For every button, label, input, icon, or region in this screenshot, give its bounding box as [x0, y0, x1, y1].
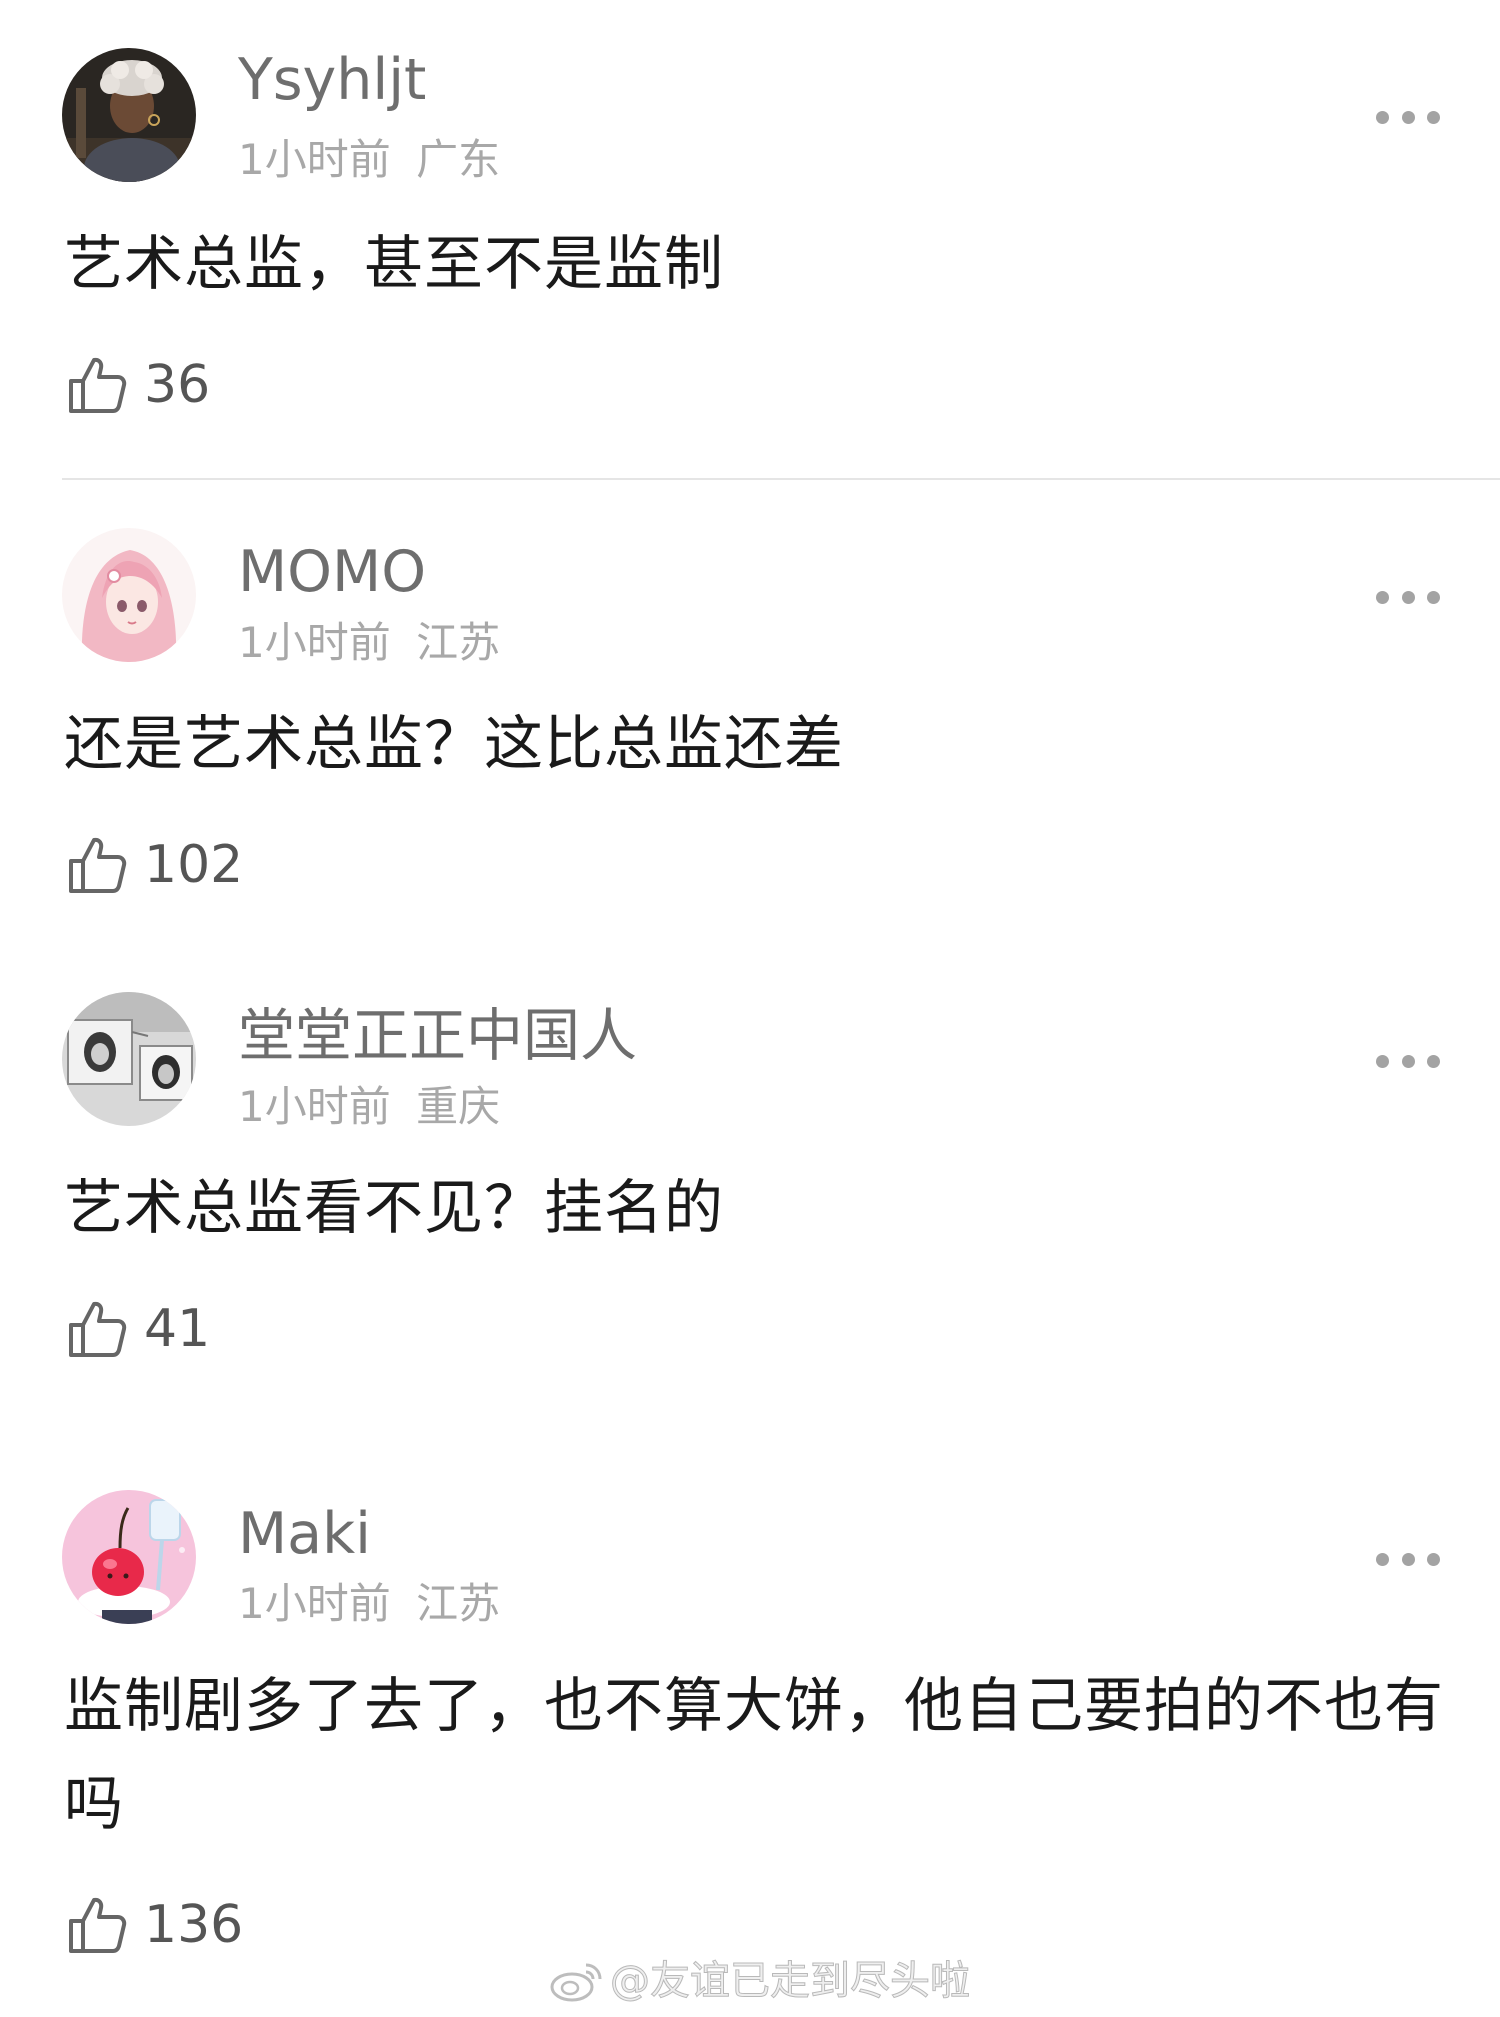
comment-location: 重庆 — [416, 1082, 501, 1131]
thumbs-up-icon — [69, 357, 127, 413]
watermark: @友谊已走到尽头啦 — [548, 1956, 971, 2006]
comment-location: 广东 — [416, 135, 501, 184]
like-button[interactable]: 41 — [66, 1294, 210, 1364]
thumbs-up-icon — [69, 1301, 127, 1357]
like-count: 41 — [144, 1299, 211, 1359]
more-button[interactable] — [1376, 585, 1440, 609]
username[interactable]: 堂堂正正中国人 — [238, 1008, 637, 1065]
comment-meta: 1小时前 广东 — [238, 139, 500, 181]
like-button[interactable]: 36 — [66, 350, 210, 420]
avatar-grayscale-photos-image — [62, 992, 196, 1126]
more-dot — [1401, 590, 1415, 604]
more-dot — [1427, 1054, 1440, 1068]
avatar[interactable] — [62, 1490, 196, 1624]
more-button[interactable] — [1376, 1547, 1440, 1571]
more-dot — [1427, 1552, 1440, 1566]
more-dots-icon — [1376, 1552, 1389, 1566]
more-dot — [1401, 1552, 1415, 1566]
username[interactable]: MOMO — [238, 544, 426, 601]
avatar-dark-person-image — [62, 48, 196, 182]
avatar[interactable] — [62, 528, 196, 662]
comment-text: 还是艺术总监？这比总监还差 — [64, 709, 845, 778]
comment-text: 艺术总监，甚至不是监制 — [64, 229, 725, 298]
comment-meta: 1小时前 重庆 — [238, 1086, 500, 1128]
more-dot — [1427, 590, 1440, 604]
comment-location: 江苏 — [416, 618, 501, 667]
thumbs-up-icon — [69, 1897, 127, 1953]
divider — [62, 478, 1500, 480]
avatar-pink-anime-girl-image — [62, 528, 196, 662]
more-dot — [1401, 110, 1415, 124]
more-dots-icon — [1376, 110, 1389, 124]
watermark-text: @友谊已走到尽头啦 — [610, 1958, 971, 2004]
like-count: 136 — [144, 1895, 244, 1955]
avatar[interactable] — [62, 992, 196, 1126]
more-dot — [1427, 110, 1440, 124]
comment-text: 监制剧多了去了，也不算大饼，他自己要拍的不也有吗 — [64, 1671, 1445, 1838]
comment-location: 江苏 — [416, 1579, 501, 1628]
like-count: 102 — [144, 835, 244, 895]
like-button[interactable]: 102 — [66, 830, 243, 900]
more-dots-icon — [1376, 590, 1389, 604]
comment-time: 1小时前 — [238, 618, 391, 667]
username[interactable]: Maki — [238, 1506, 371, 1563]
comment-time: 1小时前 — [238, 1082, 391, 1131]
comment-meta: 1小时前 江苏 — [238, 1583, 500, 1625]
weibo-logo-icon — [550, 1963, 602, 2002]
comment-meta: 1小时前 江苏 — [238, 622, 500, 664]
thumbs-up-icon — [69, 837, 127, 893]
more-button[interactable] — [1376, 105, 1440, 129]
avatar[interactable] — [62, 48, 196, 182]
comment-time: 1小时前 — [238, 135, 391, 184]
username[interactable]: Ysyhljt — [238, 52, 426, 109]
more-dots-icon — [1376, 1054, 1389, 1068]
more-dot — [1401, 1054, 1415, 1068]
like-button[interactable]: 136 — [66, 1890, 243, 1960]
comment-time: 1小时前 — [238, 1579, 391, 1628]
more-button[interactable] — [1376, 1049, 1440, 1073]
avatar-cherry-dessert-image — [62, 1490, 196, 1624]
comment-text: 艺术总监看不见？挂名的 — [64, 1173, 725, 1242]
like-count: 36 — [144, 355, 211, 415]
